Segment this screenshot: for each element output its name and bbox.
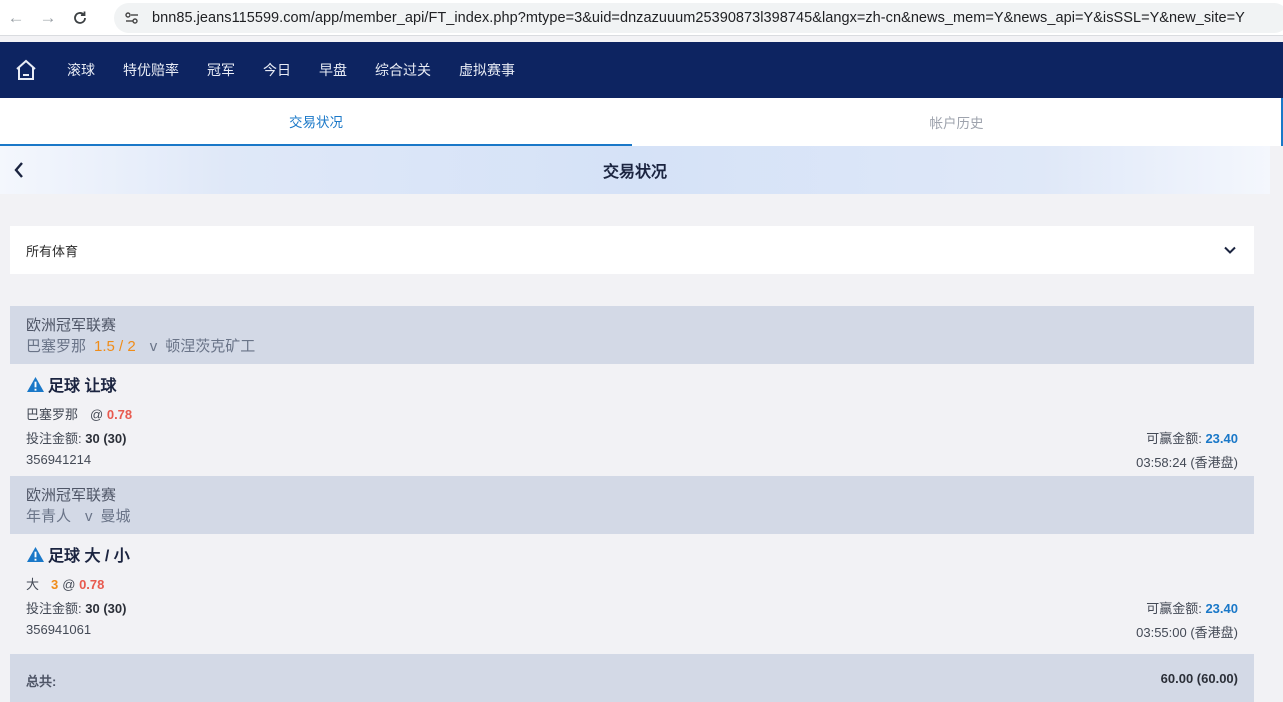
page-title: 交易状况 xyxy=(602,164,667,181)
browser-toolbar: ← → bnn85.jeans115599.com/app/member_api… xyxy=(0,0,1283,36)
page-header-banner: 交易状况 xyxy=(0,146,1270,194)
bet-type-title: 足球 让球 xyxy=(26,372,116,396)
tab-bar: 交易状况 帐户历史 xyxy=(0,98,1283,146)
league-name: 欧洲冠军联赛 xyxy=(26,317,117,334)
bet-match-header: 欧洲冠军联赛 巴塞罗那 1.5 / 2 v 顿涅茨克矿工 xyxy=(10,306,1254,364)
back-chevron-icon[interactable] xyxy=(8,158,30,182)
sport-filter-value: 所有体育 xyxy=(26,243,79,259)
home-team: 年青人 xyxy=(26,508,72,525)
total-value: 60.00 (60.00) xyxy=(1160,671,1238,686)
stake-label: 投注金额: xyxy=(26,601,82,616)
reload-icon[interactable] xyxy=(64,2,96,34)
away-team: 曼城 xyxy=(100,508,131,525)
tab-transaction-status[interactable]: 交易状况 xyxy=(0,98,632,146)
nav-item-special-odds[interactable]: 特优赔率 xyxy=(123,60,179,80)
bet-selection: 巴塞罗那 @ 0.78 xyxy=(26,404,132,423)
chevron-down-icon xyxy=(1224,246,1236,254)
nav-item-early[interactable]: 早盘 xyxy=(319,60,347,80)
warning-icon xyxy=(27,546,44,562)
win-label: 可赢金额: xyxy=(1146,431,1202,446)
win-value: 23.40 xyxy=(1205,601,1238,616)
ticket-id: 356941061 xyxy=(26,622,92,637)
total-summary: 总共: 60.00 (60.00) xyxy=(10,654,1254,702)
handicap-value: 1.5 / 2 xyxy=(94,338,136,355)
stake-amount: 投注金额: 30 (30) xyxy=(26,598,126,617)
stake-value: 30 (30) xyxy=(85,601,127,616)
tab-account-history[interactable]: 帐户历史 xyxy=(632,98,1283,146)
win-value: 23.40 xyxy=(1205,431,1238,446)
away-team: 顿涅茨克矿工 xyxy=(165,338,256,355)
at-symbol: @ xyxy=(90,407,104,422)
odds-value: 0.78 xyxy=(106,407,133,422)
site-settings-icon[interactable] xyxy=(122,8,142,28)
bet-match-header: 欧洲冠军联赛 年青人 v 曼城 xyxy=(10,476,1254,534)
possible-win: 可赢金额: 23.40 xyxy=(1146,428,1238,447)
sport-filter-dropdown[interactable]: 所有体育 xyxy=(10,226,1254,274)
nav-item-today[interactable]: 今日 xyxy=(263,60,291,80)
nav-item-parlay[interactable]: 综合过关 xyxy=(375,60,431,80)
bet-time: 03:58:24 (香港盘) xyxy=(1136,455,1238,470)
bet-type-label: 足球 大 / 小 xyxy=(48,548,130,565)
odds-value: 0.78 xyxy=(79,577,105,592)
bet-type-label: 足球 让球 xyxy=(48,378,117,395)
top-navigation: 滚球 特优赔率 冠军 今日 早盘 综合过关 虚拟赛事 xyxy=(0,42,1283,98)
bet-selection: 大 3 @ 0.78 xyxy=(26,574,104,593)
line-value: 3 xyxy=(51,577,59,592)
back-arrow-icon[interactable]: ← xyxy=(0,2,32,34)
win-label: 可赢金额: xyxy=(1146,601,1202,616)
match-teams: 巴塞罗那 1.5 / 2 v 顿涅茨克矿工 xyxy=(26,336,1254,358)
stake-value: 30 (30) xyxy=(85,431,127,446)
total-label: 总共: xyxy=(26,674,57,689)
selection-name: 大 xyxy=(26,577,40,592)
bet-type-title: 足球 大 / 小 xyxy=(26,542,130,566)
match-teams: 年青人 v 曼城 xyxy=(26,506,1254,528)
possible-win: 可赢金额: 23.40 xyxy=(1146,598,1238,617)
forward-arrow-icon[interactable]: → xyxy=(32,2,64,34)
home-team: 巴塞罗那 xyxy=(26,338,87,355)
bet-time: 03:55:00 (香港盘) xyxy=(1136,625,1238,640)
address-bar[interactable]: bnn85.jeans115599.com/app/member_api/FT_… xyxy=(114,3,1283,33)
stake-label: 投注金额: xyxy=(26,431,82,446)
bet-detail: 足球 大 / 小 大 3 @ 0.78 投注金额: 30 (30) 可赢金额: 23… xyxy=(10,534,1254,654)
nav-item-live[interactable]: 滚球 xyxy=(67,60,95,80)
versus-label: v xyxy=(149,338,158,355)
nav-item-outright[interactable]: 冠军 xyxy=(207,60,235,80)
bet-detail: 足球 让球 巴塞罗那 @ 0.78 投注金额: 30 (30) 可赢金额: 23.… xyxy=(10,364,1254,476)
stake-amount: 投注金额: 30 (30) xyxy=(26,428,126,447)
versus-label: v xyxy=(85,508,93,525)
nav-item-virtual[interactable]: 虚拟赛事 xyxy=(459,60,515,80)
ticket-id: 356941214 xyxy=(26,452,92,467)
at-symbol: @ xyxy=(62,577,76,592)
league-name: 欧洲冠军联赛 xyxy=(26,487,117,504)
warning-icon xyxy=(27,376,44,392)
home-icon[interactable] xyxy=(13,57,39,83)
selection-name: 巴塞罗那 xyxy=(26,407,79,422)
url-text: bnn85.jeans115599.com/app/member_api/FT_… xyxy=(152,10,1245,26)
